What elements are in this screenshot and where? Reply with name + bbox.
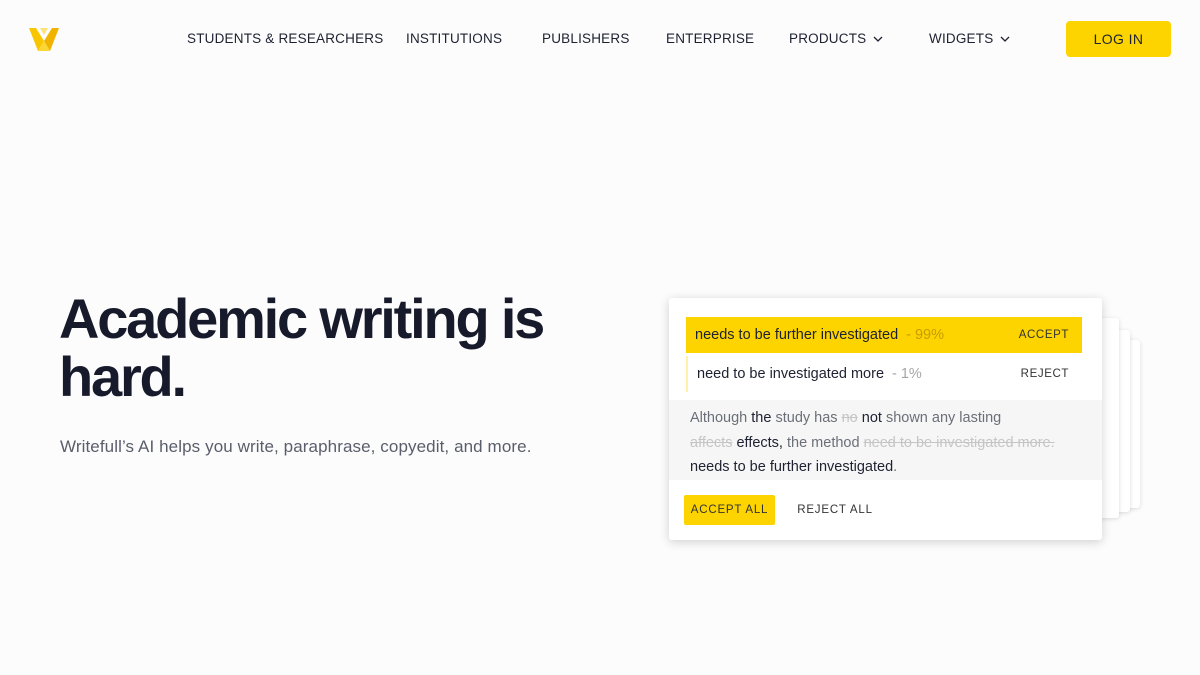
hero-subtitle: Writefull’s AI helps you write, paraphra… — [60, 437, 532, 456]
login-button[interactable]: LOG IN — [1066, 21, 1171, 57]
preview-text: the method — [782, 434, 864, 451]
nav-publishers[interactable]: PUBLISHERS — [542, 30, 630, 48]
suggestion-confidence: - 99% — [906, 327, 945, 343]
preview-deletion: need to be investigated more. — [863, 434, 1055, 451]
preview-insertion: effects, — [736, 434, 783, 451]
suggestion-confidence: - 1% — [892, 366, 922, 382]
preview-text: Although — [690, 410, 752, 426]
suggestion-secondary[interactable]: need to be investigated more - 1% REJECT — [686, 356, 1082, 392]
preview-insertion: not — [861, 410, 882, 426]
suggestion-text: needs to be further investigated - 99% — [695, 317, 944, 353]
hero-title: Academic writing is hard. — [59, 287, 545, 408]
preview-text: study has — [771, 410, 842, 426]
nav-students-researchers[interactable]: STUDENTS & RESEARCHERS — [187, 30, 383, 48]
suggestion-phrase: needs to be further investigated — [695, 327, 899, 343]
nav-products-label: PRODUCTS — [789, 31, 867, 46]
suggestion-phrase: need to be investigated more — [697, 366, 885, 382]
accept-all-button[interactable]: ACCEPT ALL — [684, 495, 775, 525]
suggestion-primary[interactable]: needs to be further investigated - 99% AC… — [686, 317, 1082, 353]
chevron-down-icon — [1000, 36, 1010, 42]
chevron-down-icon — [873, 36, 883, 42]
nav-widgets-label: WIDGETS — [929, 31, 994, 46]
preview-text: . — [893, 459, 898, 475]
preview-text: shown any lasting — [881, 410, 1002, 426]
reject-button[interactable]: REJECT — [1021, 356, 1069, 392]
preview-insertion: needs to be further investigated — [690, 459, 894, 475]
nav-enterprise[interactable]: ENTERPRISE — [666, 30, 754, 48]
preview-deletion: affects — [690, 434, 733, 451]
nav-products[interactable]: PRODUCTS — [789, 30, 883, 48]
suggestion-text: need to be investigated more - 1% — [697, 356, 922, 392]
edit-preview: Although the study has no not shown any … — [669, 400, 1102, 480]
reject-all-button[interactable]: REJECT ALL — [793, 495, 877, 525]
preview-insertion: the — [751, 410, 772, 426]
suggestion-card: needs to be further investigated - 99% AC… — [669, 298, 1102, 540]
preview-deletion: no — [841, 410, 858, 426]
main-nav: STUDENTS & RESEARCHERS INSTITUTIONS PUBL… — [0, 30, 1200, 48]
nav-institutions[interactable]: INSTITUTIONS — [406, 30, 502, 48]
accept-button[interactable]: ACCEPT — [1019, 317, 1069, 353]
nav-widgets[interactable]: WIDGETS — [929, 30, 1010, 48]
site-header: STUDENTS & RESEARCHERS INSTITUTIONS PUBL… — [0, 0, 1200, 78]
